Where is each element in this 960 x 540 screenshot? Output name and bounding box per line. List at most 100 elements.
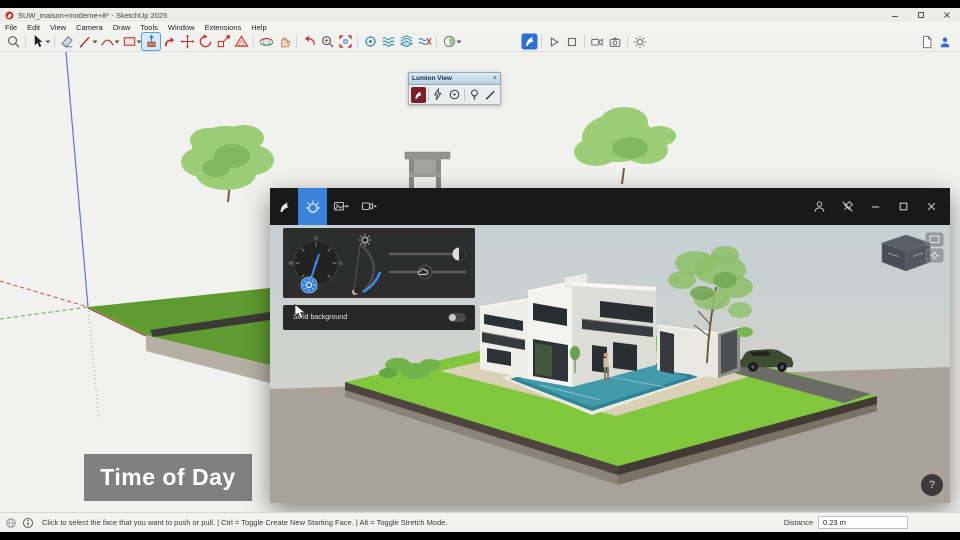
- menu-item-window[interactable]: Window: [163, 23, 200, 32]
- toggle-knob: [449, 314, 456, 321]
- mouse-cursor: [294, 304, 307, 320]
- menu-item-camera[interactable]: Camera: [71, 23, 108, 32]
- tab-export-movie[interactable]: [355, 188, 383, 225]
- menu-item-tools[interactable]: Tools: [135, 23, 163, 32]
- search-icon[interactable]: [4, 33, 22, 50]
- toolbar-separator: [584, 35, 585, 48]
- stop-icon[interactable]: [563, 33, 581, 50]
- geolocation-icon[interactable]: [5, 517, 17, 529]
- settings-gear-icon[interactable]: [631, 33, 649, 50]
- lumion-window-header[interactable]: [270, 188, 950, 225]
- menu-item-file[interactable]: File: [0, 23, 22, 32]
- refresh-target-icon[interactable]: [447, 87, 462, 103]
- toolbar-separator: [436, 35, 437, 48]
- garage-annex[interactable]: [657, 325, 740, 378]
- minimize-icon[interactable]: [882, 8, 908, 22]
- moon-icon: [352, 288, 359, 295]
- letterbox-bottom: [0, 532, 960, 540]
- toolbar-separator: [54, 35, 55, 48]
- menu-item-view[interactable]: View: [45, 23, 71, 32]
- sketchup-logo-icon: [5, 11, 14, 20]
- quick-render-flash-icon[interactable]: [431, 87, 446, 103]
- unpin-icon[interactable]: [840, 199, 855, 214]
- zoom-tool-icon[interactable]: [318, 33, 336, 50]
- face-style-dropdown-icon[interactable]: [456, 40, 462, 44]
- pan-tool-icon[interactable]: [275, 33, 293, 50]
- menu-item-extensions[interactable]: Extensions: [200, 23, 247, 32]
- zoom-extents-icon[interactable]: [336, 33, 354, 50]
- close-icon[interactable]: [934, 8, 960, 22]
- measurement-value-box[interactable]: 0.23 m: [818, 516, 908, 529]
- tree[interactable]: [181, 125, 274, 202]
- brightness-slider[interactable]: [390, 248, 466, 261]
- select-dropdown-icon[interactable]: [45, 40, 51, 44]
- time-of-day-panel: N E S W: [283, 228, 475, 298]
- help-button[interactable]: ?: [921, 474, 943, 496]
- tab-export-image[interactable]: [327, 188, 355, 225]
- extension-waves-x-icon[interactable]: [415, 33, 433, 50]
- screenshot-button[interactable]: [926, 233, 943, 246]
- close-icon[interactable]: [924, 199, 939, 214]
- follow-me-tool-icon[interactable]: [160, 33, 178, 50]
- play-icon[interactable]: [545, 33, 563, 50]
- offset-tool-icon[interactable]: [232, 33, 250, 50]
- push-pull-tool-icon[interactable]: [142, 33, 160, 50]
- render-effects-button[interactable]: [926, 249, 943, 262]
- orbit-tool-icon[interactable]: [257, 33, 275, 50]
- letterbox-top: [0, 0, 960, 8]
- tab-time-of-day[interactable]: [298, 188, 327, 225]
- screen: SUW_maison+moderne+8* - SketchUp 2025 Fi…: [0, 0, 960, 540]
- move-tool-icon[interactable]: [178, 33, 196, 50]
- sun-position-knob[interactable]: [301, 277, 317, 293]
- lumion-sync-icon[interactable]: [520, 33, 538, 50]
- scale-tool-icon[interactable]: [214, 33, 232, 50]
- lumion-view-toolbar: Lumion View ×: [408, 72, 501, 105]
- lumion-view-toolbar-title: Lumion View: [412, 75, 452, 82]
- restore-icon[interactable]: [908, 8, 934, 22]
- lumion-render-button[interactable]: [411, 87, 426, 103]
- extension-waves-icon[interactable]: [379, 33, 397, 50]
- sun-icon: [359, 234, 371, 246]
- window-title: SUW_maison+moderne+8* - SketchUp 2025: [18, 11, 167, 20]
- sketchup-window: SUW_maison+moderne+8* - SketchUp 2025 Fi…: [0, 8, 960, 532]
- camera-icon[interactable]: [606, 33, 624, 50]
- terrain-lawn[interactable]: [88, 288, 270, 383]
- model-viewport[interactable]: Time of Day Lumion View ×: [0, 52, 960, 512]
- menu-item-edit[interactable]: Edit: [22, 23, 45, 32]
- model-info-icon[interactable]: [22, 517, 34, 529]
- sun-height-arc[interactable]: [352, 234, 380, 295]
- account-icon[interactable]: [936, 33, 954, 50]
- annotate-pen-icon[interactable]: [483, 87, 498, 103]
- toolbar-separator: [464, 89, 465, 101]
- caption-overlay: Time of Day: [84, 454, 252, 501]
- toolbar-separator: [541, 35, 542, 48]
- solid-background-toggle[interactable]: [448, 313, 466, 322]
- statusbar: Click to select the face that you want t…: [0, 512, 960, 532]
- tab-lumion-home[interactable]: [270, 188, 298, 225]
- compass-east-label: E: [339, 261, 343, 267]
- lumion-view-toolbar-titlebar[interactable]: Lumion View ×: [408, 72, 501, 85]
- toolbar-separator: [357, 35, 358, 48]
- menu-item-help[interactable]: Help: [246, 23, 271, 32]
- caption-text: Time of Day: [100, 464, 235, 491]
- zoom-previous-icon[interactable]: [300, 33, 318, 50]
- rotate-tool-icon[interactable]: [196, 33, 214, 50]
- measurement-label: Distance: [784, 518, 813, 527]
- table-component[interactable]: [405, 152, 450, 188]
- cloudiness-slider[interactable]: [390, 265, 465, 279]
- solid-background-row[interactable]: Solid background: [283, 305, 475, 330]
- extension-gear-icon[interactable]: [361, 33, 379, 50]
- minimize-icon[interactable]: [868, 199, 883, 214]
- close-icon[interactable]: ×: [493, 75, 497, 82]
- menu-item-draw[interactable]: Draw: [108, 23, 136, 32]
- maximize-icon[interactable]: [896, 199, 911, 214]
- lumion-window: N E S W: [270, 188, 950, 503]
- toolbar-separator: [25, 35, 26, 48]
- tree[interactable]: [574, 107, 676, 184]
- lighting-bulb-icon[interactable]: [467, 87, 482, 103]
- account-icon[interactable]: [812, 199, 827, 214]
- eraser-tool-icon[interactable]: [58, 33, 76, 50]
- extension-stack-icon[interactable]: [397, 33, 415, 50]
- new-model-icon[interactable]: [918, 33, 936, 50]
- record-movie-icon[interactable]: [588, 33, 606, 50]
